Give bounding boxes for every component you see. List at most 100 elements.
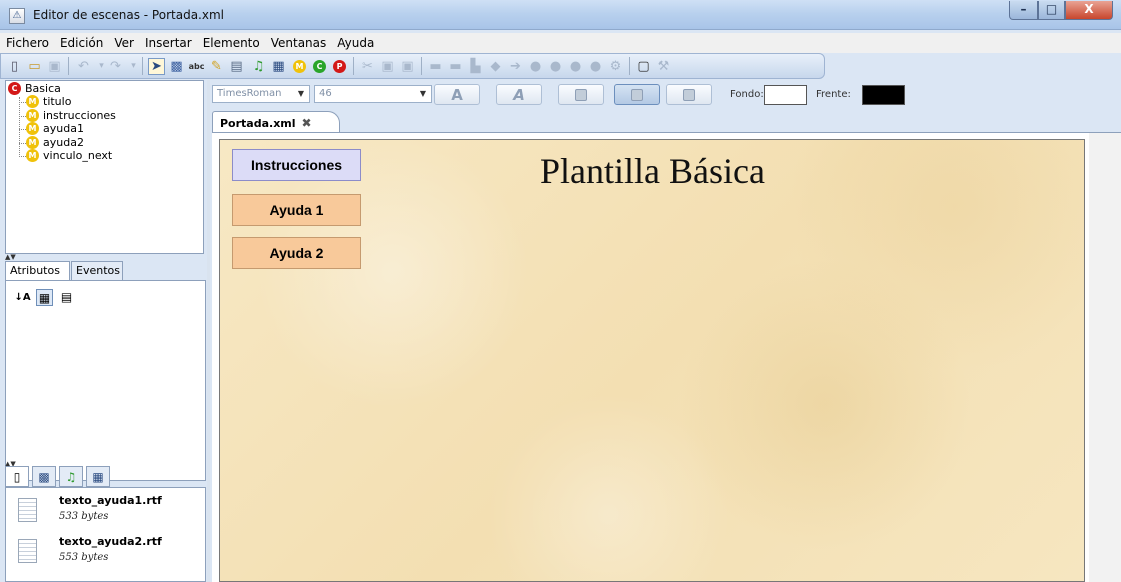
bold-button[interactable]: A: [434, 84, 480, 105]
tree-item-instrucciones[interactable]: M instrucciones: [26, 109, 116, 122]
scene-button-instrucciones[interactable]: Instrucciones: [232, 149, 361, 181]
fondo-color-swatch[interactable]: [764, 85, 807, 105]
align-bottom-icon[interactable]: ▬: [447, 58, 464, 75]
align-center-button[interactable]: [614, 84, 660, 105]
edit-icon[interactable]: ✎: [208, 58, 225, 75]
document-icon: [18, 498, 37, 522]
menu-fichero[interactable]: Fichero: [0, 33, 54, 50]
page-icon: ▯: [13, 469, 21, 484]
film-icon: ▦: [92, 469, 104, 484]
tab-images[interactable]: ▩: [32, 466, 56, 487]
new-icon[interactable]: ▯: [6, 58, 23, 75]
toolbar-separator: [142, 57, 143, 75]
tree-item-titulo[interactable]: M titulo: [26, 95, 71, 108]
document-icon: [18, 539, 37, 563]
file-name: texto_ayuda1.rtf: [59, 494, 162, 507]
frente-label: Frente:: [816, 89, 851, 100]
close-tab-icon[interactable]: ✖: [302, 116, 312, 130]
align-right-icon: [683, 88, 695, 101]
maximize-button[interactable]: □: [1038, 1, 1065, 20]
toolbar-separator: [421, 57, 422, 75]
font-family-select[interactable]: TimesRoman ▼: [212, 85, 310, 103]
circle-icon[interactable]: ●: [567, 58, 584, 75]
scene-button-ayuda2[interactable]: Ayuda 2: [232, 237, 361, 269]
align-right-button[interactable]: [666, 84, 712, 105]
tree-guide: [19, 97, 20, 155]
film-icon[interactable]: ▦: [270, 58, 287, 75]
tab-portada[interactable]: Portada.xml ✖: [212, 111, 340, 133]
frame-icon[interactable]: ▢: [635, 58, 652, 75]
menu-insertar[interactable]: Insertar: [139, 33, 197, 50]
circle-icon[interactable]: ●: [547, 58, 564, 75]
categorized-icon[interactable]: ▦: [36, 289, 53, 306]
element-icon: M: [26, 109, 39, 122]
menu-bar: Fichero Edición Ver Insertar Elemento Ventana…: [0, 33, 1121, 53]
scene-button-ayuda1[interactable]: Ayuda 1: [232, 194, 361, 226]
p-icon[interactable]: P: [331, 58, 348, 75]
file-size: 533 bytes: [59, 511, 109, 522]
menu-ver[interactable]: Ver: [108, 33, 139, 50]
arrow-right-icon[interactable]: ➔: [507, 58, 524, 75]
undo-icon[interactable]: ↶: [75, 58, 92, 75]
music-icon[interactable]: ♫: [250, 58, 267, 75]
panel-divider[interactable]: [207, 80, 210, 582]
minimize-button[interactable]: –: [1009, 1, 1038, 20]
redo-icon[interactable]: ↷: [107, 58, 124, 75]
menu-edicion[interactable]: Edición: [54, 33, 108, 50]
arrow-left-icon[interactable]: ◆: [487, 58, 504, 75]
menu-ayuda[interactable]: Ayuda: [331, 33, 379, 50]
wrench-icon[interactable]: ⚒: [655, 58, 672, 75]
align-left-button[interactable]: [558, 84, 604, 105]
menu-ventanas[interactable]: Ventanas: [265, 33, 332, 50]
tree-item-label: ayuda1: [43, 122, 84, 135]
circle-icon[interactable]: ●: [527, 58, 544, 75]
list-item[interactable]: texto_ayuda1.rtf 533 bytes: [18, 494, 198, 532]
list-view-icon[interactable]: ▤: [58, 289, 75, 306]
chevron-down-icon: ▼: [419, 89, 427, 98]
tree-root[interactable]: C Basica: [8, 82, 61, 95]
list-icon[interactable]: ▤: [228, 58, 245, 75]
tree-root-label: Basica: [25, 82, 61, 95]
tab-video[interactable]: ▦: [86, 466, 110, 487]
chapter-icon: C: [8, 82, 21, 95]
align-left-icon: [575, 88, 587, 101]
tree-item-ayuda2[interactable]: M ayuda2: [26, 136, 84, 149]
align-center-icon: [631, 88, 643, 101]
image-icon: ▩: [38, 469, 50, 484]
settings-icon[interactable]: ⚙: [607, 58, 624, 75]
tab-documents[interactable]: ▯: [5, 466, 29, 487]
save-icon[interactable]: ▣: [46, 58, 63, 75]
italic-icon: A: [513, 85, 525, 104]
scene-title[interactable]: Plantilla Básica: [540, 150, 765, 192]
tree-item-ayuda1[interactable]: M ayuda1: [26, 122, 84, 135]
redo-dropdown-icon[interactable]: ▾: [125, 58, 142, 75]
cut-icon[interactable]: ✂: [359, 58, 376, 75]
font-size-select[interactable]: 46 ▼: [314, 85, 432, 103]
text-icon[interactable]: abc: [188, 58, 205, 75]
menu-elemento[interactable]: Elemento: [197, 33, 265, 50]
select-arrow-icon[interactable]: ➤: [148, 58, 165, 75]
copy-icon[interactable]: ▣: [379, 58, 396, 75]
vertical-scrollbar[interactable]: [1089, 133, 1121, 582]
c-icon[interactable]: C: [311, 58, 328, 75]
paste-icon[interactable]: ▣: [399, 58, 416, 75]
align-top-icon[interactable]: ▬: [427, 58, 444, 75]
tab-atributos[interactable]: Atributos: [5, 261, 70, 281]
list-item[interactable]: texto_ayuda2.rtf 553 bytes: [18, 535, 198, 573]
italic-button[interactable]: A: [496, 84, 542, 105]
close-button[interactable]: X: [1065, 1, 1113, 20]
scene-canvas[interactable]: Instrucciones Ayuda 1 Ayuda 2 Plantilla …: [219, 139, 1085, 582]
open-icon[interactable]: ▭: [26, 58, 43, 75]
music-icon: ♫: [65, 469, 77, 484]
tab-audio[interactable]: ♫: [59, 466, 83, 487]
fondo-label: Fondo:: [730, 89, 764, 100]
image-icon[interactable]: ▩: [168, 58, 185, 75]
align-left-icon[interactable]: ▙: [467, 58, 484, 75]
circle-icon[interactable]: ●: [587, 58, 604, 75]
tree-item-vinculo-next[interactable]: M vinculo_next: [26, 149, 112, 162]
tab-eventos[interactable]: Eventos: [71, 261, 123, 280]
sort-icon[interactable]: ↓A: [14, 289, 31, 306]
file-name: texto_ayuda2.rtf: [59, 535, 162, 548]
frente-color-swatch[interactable]: [862, 85, 905, 105]
m-icon[interactable]: M: [291, 58, 308, 75]
